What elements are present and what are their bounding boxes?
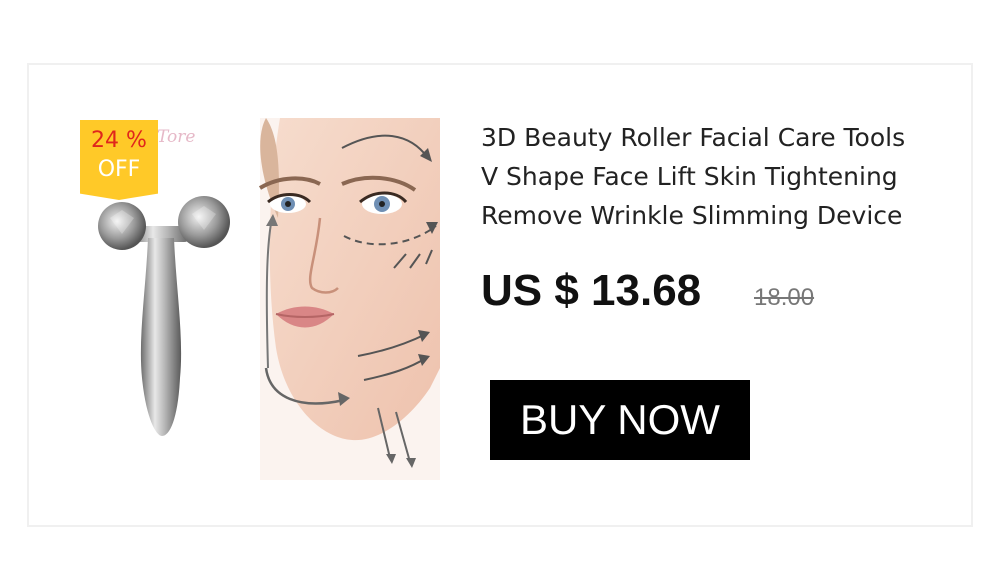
roller-illustration xyxy=(98,196,230,436)
discount-percent: 24 % xyxy=(91,128,147,153)
product-title-line: Remove Wrinkle Slimming Device xyxy=(481,201,903,230)
brand-watermark: Tore xyxy=(157,127,196,147)
discount-badge: 24 % OFF xyxy=(80,120,158,200)
discount-label: OFF xyxy=(97,157,141,182)
buy-now-button[interactable]: BUY NOW xyxy=(490,380,750,460)
face-illustration xyxy=(258,118,440,480)
product-title-line: 3D Beauty Roller Facial Care Tools xyxy=(481,123,906,152)
product-title-line: V Shape Face Lift Skin Tightening xyxy=(481,162,898,191)
original-price: 18.00 xyxy=(754,284,815,311)
product-title[interactable]: 3D Beauty Roller Facial Care Tools V Sha… xyxy=(481,118,951,235)
sale-price: US $ 13.68 xyxy=(481,266,702,315)
